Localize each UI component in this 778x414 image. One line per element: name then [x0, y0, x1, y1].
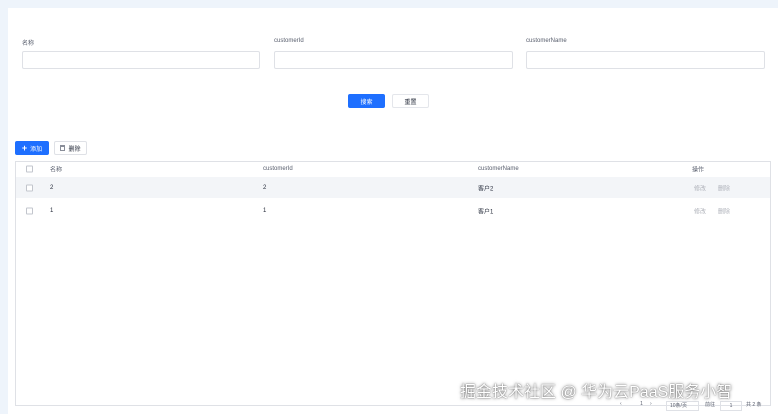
- jump-label: 前往: [705, 402, 716, 408]
- reset-button[interactable]: 重置: [392, 94, 429, 108]
- trash-icon: [60, 145, 66, 151]
- reset-button-label: 重置: [404, 99, 417, 106]
- search-button[interactable]: 搜索: [348, 94, 385, 108]
- main-card: 名称 customerId customerName 搜索 重置 + 添加 删除…: [8, 8, 778, 414]
- add-button[interactable]: + 添加: [15, 141, 49, 155]
- total-count: 共 2 条: [746, 402, 762, 408]
- delete-button[interactable]: 删除: [54, 141, 87, 155]
- name-input[interactable]: [22, 51, 260, 69]
- cell-customer-id: 2: [263, 184, 267, 191]
- select-all-checkbox[interactable]: [26, 165, 33, 173]
- column-header-customer-id: customerId: [263, 166, 293, 172]
- customer-name-input[interactable]: [526, 51, 765, 69]
- jump-page-input[interactable]: 1: [720, 401, 742, 411]
- customer-id-input[interactable]: [274, 51, 513, 69]
- watermark: 掘金技术社区 @ 华为云PaaS服务小智: [460, 384, 733, 401]
- customer-table: 名称 customerId customerName 操作 2 2 客户2 修改…: [15, 161, 771, 406]
- delete-link[interactable]: 删除: [718, 183, 730, 192]
- search-button-label: 搜索: [360, 99, 373, 106]
- cell-customer-name: 客户2: [478, 186, 494, 192]
- row-checkbox[interactable]: [26, 184, 33, 191]
- cell-name: 1: [50, 208, 54, 214]
- edit-link[interactable]: 修改: [694, 207, 706, 216]
- row-checkbox[interactable]: [26, 207, 33, 215]
- name-filter-label: 名称: [22, 41, 35, 47]
- cell-customer-id: 1: [263, 208, 267, 214]
- customer-name-filter-label: customerName: [526, 38, 567, 44]
- table-row: 1 1 客户1 修改 删除: [16, 200, 770, 222]
- prev-page-button[interactable]: ‹: [620, 401, 622, 411]
- delete-button-label: 删除: [68, 146, 81, 153]
- column-header-name: 名称: [50, 167, 63, 174]
- page-number[interactable]: 1: [637, 401, 646, 411]
- plus-icon: +: [21, 142, 28, 153]
- column-header-customer-name: customerName: [478, 166, 519, 172]
- next-page-button[interactable]: ›: [650, 401, 652, 411]
- column-header-actions: 操作: [692, 167, 705, 174]
- add-button-label: 添加: [30, 146, 43, 153]
- customer-id-filter-label: customerId: [274, 38, 304, 44]
- table-header: 名称 customerId customerName 操作: [16, 162, 770, 176]
- cell-customer-name: 客户1: [478, 209, 494, 216]
- edit-link[interactable]: 修改: [694, 183, 706, 192]
- cell-name: 2: [50, 184, 54, 191]
- page-size-select[interactable]: 10条/页: [666, 401, 699, 411]
- delete-link[interactable]: 删除: [718, 207, 730, 216]
- table-row: 2 2 客户2 修改 删除: [16, 177, 770, 198]
